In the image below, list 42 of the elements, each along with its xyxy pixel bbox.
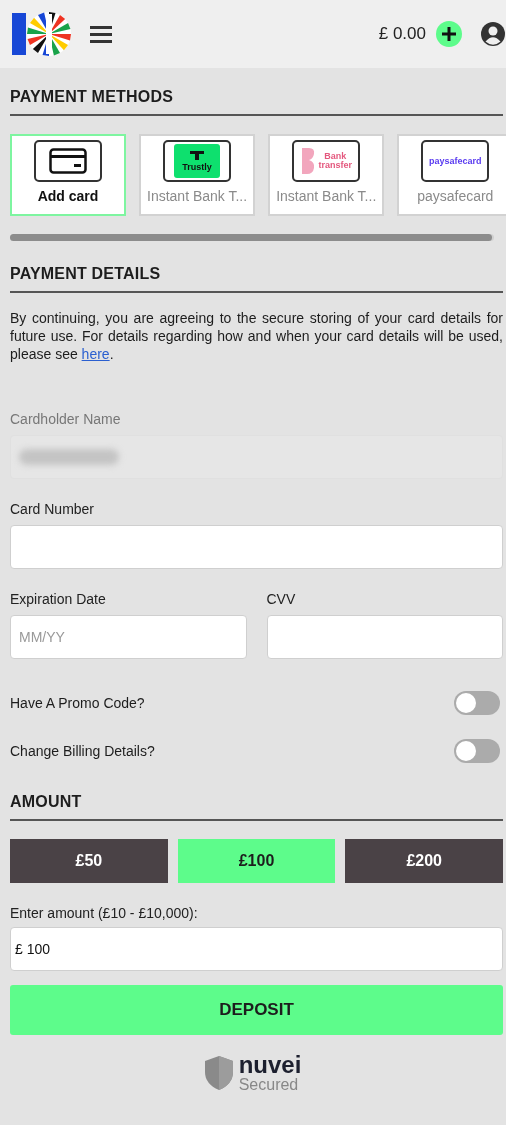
- trustly-logo: Trustly: [174, 144, 221, 178]
- input-field[interactable]: [10, 525, 503, 569]
- menu-icon[interactable]: [90, 25, 112, 43]
- amount-option[interactable]: £50: [10, 839, 168, 883]
- section-heading: AMOUNT: [10, 793, 503, 821]
- field-label: Card Number: [10, 501, 96, 517]
- paysafecard-logo: paysafecard: [429, 156, 482, 166]
- here-link[interactable]: here: [81, 346, 110, 362]
- field-label: Enter amount (£10 - £10,000):: [10, 905, 199, 921]
- credit-card-icon: [49, 148, 87, 174]
- balance: £ 0.00: [378, 24, 426, 44]
- scrollbar[interactable]: [10, 234, 494, 241]
- toggle-switch[interactable]: [454, 691, 500, 715]
- payment-method-tile[interactable]: paysafecard paysafecard: [397, 134, 506, 216]
- storage-notice: By continuing, you are agreeing to the secure storing of your card details for future use. For details regarding how and when your card details will be used, please see here.: [10, 309, 503, 363]
- plus-icon: [442, 27, 456, 41]
- secured-label: Secured: [238, 1077, 300, 1093]
- payment-method-tile[interactable]: Bank transfer Instant Bank T...: [268, 134, 385, 216]
- account-icon[interactable]: [480, 21, 506, 47]
- field-label: CVV: [266, 591, 297, 607]
- payment-method-tile[interactable]: Trustly Instant Bank T...: [139, 134, 256, 216]
- letter-mark-icon: [300, 147, 317, 175]
- amount-field[interactable]: £ 100: [10, 927, 503, 971]
- logo-drawing[interactable]: [12, 11, 72, 57]
- field-label: Cardholder Name: [10, 411, 122, 427]
- amount-option[interactable]: £100: [177, 839, 336, 883]
- payment-method-tile[interactable]: Add card: [10, 134, 126, 216]
- logo-mark-icon: [190, 150, 205, 160]
- bank-transfer-logo: Bank transfer: [300, 147, 353, 175]
- brand-name: nuvei: [238, 1053, 302, 1077]
- input-field[interactable]: MM/YY: [10, 615, 247, 659]
- deposit-button[interactable]: DEPOSIT: [10, 985, 503, 1035]
- toggle-switch[interactable]: [454, 739, 500, 763]
- section-heading: PAYMENT METHODS: [10, 88, 503, 116]
- toggle-label: Have A Promo Code?: [10, 695, 145, 711]
- amount-option[interactable]: £200: [345, 839, 503, 883]
- shield-icon: [204, 1056, 233, 1090]
- field-label: Expiration Date: [10, 591, 107, 607]
- input-field[interactable]: [266, 615, 503, 659]
- section-heading: PAYMENT DETAILS: [10, 265, 503, 293]
- add-funds-button[interactable]: [436, 21, 462, 47]
- toggle-label: Change Billing Details?: [10, 743, 155, 759]
